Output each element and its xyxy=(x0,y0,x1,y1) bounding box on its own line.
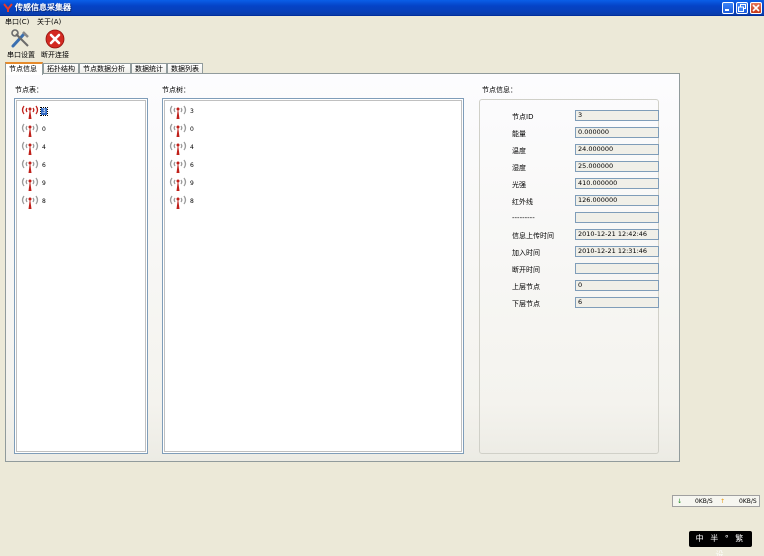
restore-icon xyxy=(738,4,746,12)
node-id: 3 xyxy=(40,107,48,116)
antenna-icon xyxy=(169,195,187,209)
download-arrow-icon: ↓ xyxy=(677,498,683,505)
disconnect-icon xyxy=(45,29,65,49)
node-table-label: 节点表： xyxy=(15,86,43,94)
disconnect-time-field[interactable] xyxy=(575,263,659,274)
close-icon xyxy=(752,4,760,12)
field-label-humidity: 湿度 xyxy=(512,164,526,172)
antenna-icon xyxy=(21,123,39,137)
antenna-icon xyxy=(21,141,39,155)
node-id: 4 xyxy=(42,144,46,151)
node-tree-label: 节点树： xyxy=(162,86,190,94)
field-label-join-time: 加入时间 xyxy=(512,249,540,257)
antenna-icon xyxy=(21,177,39,191)
antenna-icon xyxy=(169,177,187,191)
node-id: 0 xyxy=(42,126,46,133)
maximize-button[interactable] xyxy=(736,2,748,14)
menu-bar: 串口(C) 关于(A) xyxy=(0,16,764,27)
node-id: 8 xyxy=(42,198,46,205)
minimize-icon xyxy=(725,9,729,11)
temperature-field[interactable]: 24.000000 xyxy=(575,144,659,155)
node-tree-inner: 3 0 4 6 9 8 xyxy=(164,100,462,452)
node-id: 0 xyxy=(190,126,194,133)
serial-settings-label: 串口设置 xyxy=(7,51,35,59)
infrared-field[interactable]: 126.000000 xyxy=(575,195,659,206)
download-speed: 0KB/S xyxy=(695,498,713,505)
tools-icon xyxy=(11,29,29,48)
field-label-light: 光强 xyxy=(512,181,526,189)
antenna-icon xyxy=(21,159,39,173)
tab-node-info[interactable]: 节点信息 xyxy=(5,62,43,75)
app-icon xyxy=(3,3,13,12)
disconnect-button[interactable]: 断开连接 xyxy=(39,29,71,59)
upload-time-field[interactable]: 2010-12-21 12:42:46 xyxy=(575,229,659,240)
serial-settings-button[interactable]: 串口设置 xyxy=(5,29,37,59)
field-label-child-node: 下层节点 xyxy=(512,300,540,308)
node-tree[interactable]: 3 0 4 6 9 8 xyxy=(162,98,464,454)
window-title: 传感信息采集器 xyxy=(15,2,71,12)
node-id: 9 xyxy=(190,180,194,187)
field-label-upload-time: 信息上传时间 xyxy=(512,232,554,240)
disconnect-label: 断开连接 xyxy=(41,51,69,59)
antenna-icon xyxy=(169,123,187,137)
node-id: 6 xyxy=(42,162,46,169)
join-time-field[interactable]: 2010-12-21 12:31:46 xyxy=(575,246,659,257)
field-label-separator: --------- xyxy=(512,214,535,222)
antenna-icon xyxy=(21,105,39,119)
node-id: 3 xyxy=(190,108,194,115)
field-label-parent-node: 上层节点 xyxy=(512,283,540,291)
minimize-button[interactable] xyxy=(722,2,734,14)
node-id: 4 xyxy=(190,144,194,151)
parent-node-field[interactable]: 0 xyxy=(575,280,659,291)
node-id: 9 xyxy=(42,180,46,187)
separator-field[interactable] xyxy=(575,212,659,223)
node-table-list[interactable]: 3 0 4 6 9 8 xyxy=(14,98,148,454)
field-label-infrared: 红外线 xyxy=(512,198,533,206)
toolbar: 串口设置 断开连接 xyxy=(0,27,764,61)
humidity-field[interactable]: 25.000000 xyxy=(575,161,659,172)
field-label-node-id: 节点ID xyxy=(512,113,534,121)
menu-about[interactable]: 关于(A) xyxy=(37,17,61,27)
energy-field[interactable]: 0.000000 xyxy=(575,127,659,138)
net-speed-indicator[interactable]: ↓ 0KB/S ↑ 0KB/S xyxy=(672,495,760,507)
upload-speed: 0KB/S xyxy=(739,498,757,505)
node-info-group: 节点ID 3 能量 0.000000 温度 24.000000 湿度 25.00… xyxy=(479,99,659,454)
child-node-field[interactable]: 6 xyxy=(575,297,659,308)
light-field[interactable]: 410.000000 xyxy=(575,178,659,189)
field-label-disconnect-time: 断开时间 xyxy=(512,266,540,274)
antenna-icon xyxy=(169,141,187,155)
field-label-temperature: 温度 xyxy=(512,147,526,155)
node-id: 8 xyxy=(190,198,194,205)
field-label-energy: 能量 xyxy=(512,130,526,138)
menu-serial[interactable]: 串口(C) xyxy=(5,17,29,27)
node-id: 6 xyxy=(190,162,194,169)
node-table-inner: 3 0 4 6 9 8 xyxy=(16,100,146,452)
node-id-field[interactable]: 3 xyxy=(575,110,659,121)
node-info-label: 节点信息： xyxy=(482,86,517,94)
antenna-icon xyxy=(169,105,187,119)
antenna-icon xyxy=(21,195,39,209)
title-bar[interactable]: 传感信息采集器 xyxy=(0,0,764,16)
close-button[interactable] xyxy=(750,2,762,14)
ime-toolbar[interactable]: 中 半 ° 繁 设 xyxy=(689,531,752,556)
antenna-icon xyxy=(169,159,187,173)
upload-arrow-icon: ↑ xyxy=(720,498,726,505)
tab-panel: 节点表： 3 0 4 6 9 8 节点树： 3 0 4 6 9 8 节点信息： … xyxy=(5,73,680,462)
